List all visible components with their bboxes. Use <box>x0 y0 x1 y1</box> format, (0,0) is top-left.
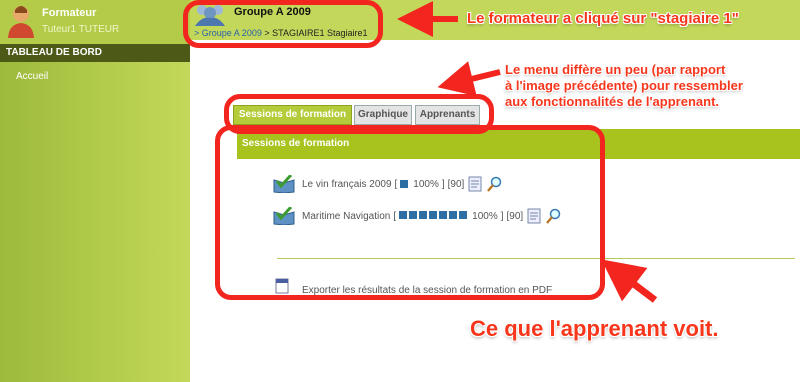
annotation-note-2: Le menu diffère un peu (par rapport à l'… <box>505 62 743 110</box>
annotation-line: à l'image précédente) pour ressembler <box>505 78 743 93</box>
user-role[interactable]: Tuteur1 TUTEUR <box>42 24 119 35</box>
annotation-box-content <box>215 125 605 300</box>
annotation-line: Le menu diffère un peu (par rapport <box>505 62 726 77</box>
annotation-line: aux fonctionnalités de l'apprenant. <box>505 94 720 109</box>
avatar <box>8 6 34 38</box>
annotation-note-3: Ce que l'apprenant voit. <box>470 316 719 341</box>
annotation-box-header <box>183 0 383 48</box>
user-name: Formateur <box>42 7 97 19</box>
sidebar-item-accueil[interactable]: Accueil <box>16 71 48 82</box>
dashboard-title: TABLEAU DE BORD <box>6 47 102 58</box>
annotation-note-1: Le formateur a cliqué sur "stagiaire 1" <box>467 10 739 27</box>
